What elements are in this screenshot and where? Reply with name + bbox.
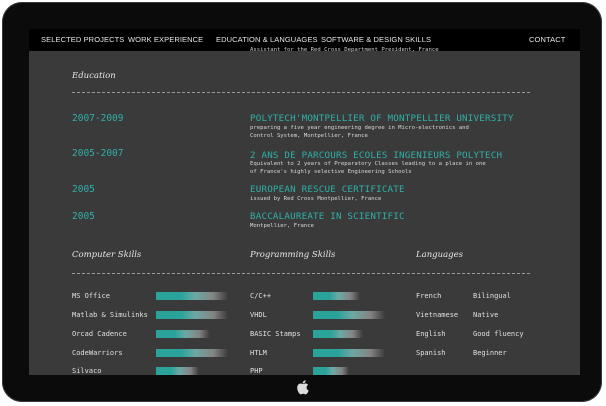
education-title-1: POLYTECH'MONTPELLIER OF MONTPELLIER UNIV… — [250, 113, 514, 124]
computer-skill-name: Orcad Cadence — [72, 330, 127, 338]
programming-skill-bar — [313, 292, 385, 300]
language-level: Bilingual — [473, 292, 511, 300]
tablet-frame: SELECTED PROJECTS WORK EXPERIENCE EDUCAT… — [2, 2, 602, 402]
nav-software-design-skills[interactable]: SOFTWARE & DESIGN SKILLS — [321, 35, 431, 44]
programming-skill-bar — [313, 349, 385, 357]
education-desc-1: preparing a five year engineering degree… — [250, 125, 469, 139]
computer-skill-bar — [156, 330, 228, 338]
language-name: Vietnamese — [416, 311, 459, 319]
computer-skill-name: MS Office — [72, 292, 110, 300]
education-years-4: 2005 — [72, 211, 95, 222]
programming-skills-heading: Programming Skills — [250, 250, 336, 260]
programming-skill-bar — [313, 367, 385, 375]
nav-selected-projects[interactable]: SELECTED PROJECTS — [41, 35, 124, 44]
programming-skill-bar — [313, 311, 385, 319]
computer-skills-heading: Computer Skills — [72, 250, 142, 260]
education-years-2: 2005-2007 — [72, 148, 124, 159]
education-desc-3: issued by Red Cross Montpellier, France — [250, 196, 382, 202]
computer-skill-bar — [156, 311, 228, 319]
nav-work-experience[interactable]: WORK EXPERIENCE — [128, 35, 203, 44]
education-heading: Education — [72, 71, 116, 81]
education-divider — [72, 92, 530, 93]
computer-skill-name: CodeWarriors — [72, 349, 123, 357]
education-title-3: EUROPEAN RESCUE CERTIFICATE — [250, 184, 405, 195]
language-name: English — [416, 330, 446, 338]
language-name: French — [416, 292, 442, 300]
screen: SELECTED PROJECTS WORK EXPERIENCE EDUCAT… — [29, 29, 580, 375]
education-title-4: BACCALAUREATE IN SCIENTIFIC — [250, 211, 405, 222]
language-level: Good fluency — [473, 330, 524, 338]
computer-skill-bar — [156, 349, 228, 357]
computer-skill-name: Silvaco — [72, 367, 102, 375]
education-years-3: 2005 — [72, 184, 95, 195]
programming-skill-name: C/C++ — [250, 292, 272, 300]
programming-skill-bar — [313, 330, 385, 338]
education-desc-4: Montpellier, France — [250, 223, 314, 229]
programming-skill-name: VHDL — [250, 311, 267, 319]
education-years-1: 2007-2009 — [72, 113, 124, 124]
previous-section-line: Assistant for the Red Cross Department P… — [250, 47, 439, 53]
computer-skill-name: Matlab & Simulinks — [72, 311, 148, 319]
nav-contact[interactable]: CONTACT — [529, 35, 565, 44]
nav-education-languages[interactable]: EDUCATION & LANGUAGES — [216, 35, 318, 44]
languages-heading: Languages — [416, 250, 464, 260]
computer-skill-bar — [156, 367, 228, 375]
language-level: Native — [473, 311, 499, 319]
language-name: Spanish — [416, 349, 446, 357]
programming-skill-name: PHP — [250, 367, 263, 375]
programming-skill-name: BASIC Stamps — [250, 330, 301, 338]
education-desc-2: Equivalent to 2 years of Preparatory Cla… — [250, 161, 486, 175]
apple-logo-icon[interactable] — [296, 379, 310, 395]
programming-skill-name: HTLM — [250, 349, 267, 357]
language-level: Beginner — [473, 349, 507, 357]
computer-skill-bar — [156, 292, 228, 300]
skills-divider — [72, 273, 530, 274]
